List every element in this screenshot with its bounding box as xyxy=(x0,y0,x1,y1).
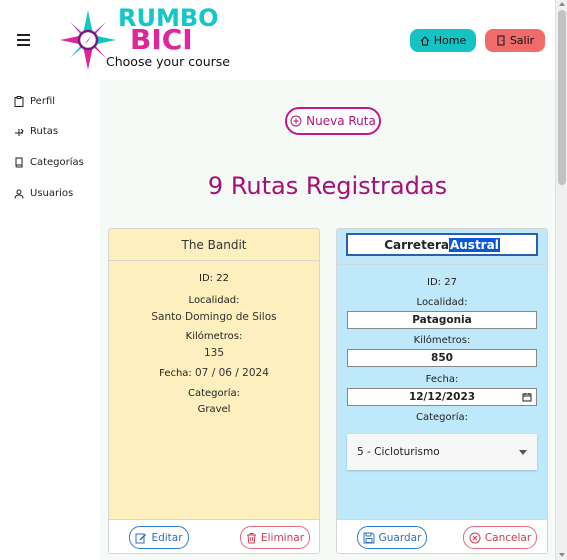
edit-button[interactable]: Editar xyxy=(129,526,189,549)
fecha-row: Fecha: 07 / 06 / 2024 xyxy=(109,365,319,382)
fecha-value: 07 / 06 / 2024 xyxy=(195,367,269,379)
new-route-button[interactable]: Nueva Ruta xyxy=(285,107,381,135)
route-card: The Bandit ID: 22 Localidad: Santo Domin… xyxy=(108,228,320,554)
route-title-text: Carretera xyxy=(384,237,449,252)
new-route-button-label: Nueva Ruta xyxy=(306,114,376,128)
localidad-value: Santo Domingo de Silos xyxy=(151,311,277,323)
delete-button-label: Eliminar xyxy=(260,531,305,544)
route-card-footer: Editar Eliminar xyxy=(109,519,319,553)
categoria-label: Categoría: xyxy=(187,388,241,399)
logout-button[interactable]: Salir xyxy=(485,29,545,52)
book-icon xyxy=(15,157,23,168)
sidebar-item-rutas[interactable]: Rutas xyxy=(14,126,58,137)
scroll-up-arrow-icon[interactable] xyxy=(559,2,565,6)
save-button-label: Guardar xyxy=(378,531,422,544)
delete-button[interactable]: Eliminar xyxy=(240,526,310,549)
localidad-label: Localidad: xyxy=(188,295,240,306)
fecha-input-value: 12/12/2023 xyxy=(408,391,476,403)
logo-word-bici: BICI xyxy=(130,23,193,56)
edit-icon xyxy=(135,533,147,543)
scroll-down-arrow-icon[interactable] xyxy=(559,553,565,557)
trash-icon xyxy=(246,532,256,543)
route-title-input[interactable]: Carretera Austral xyxy=(346,233,538,256)
categoria-select[interactable]: 5 - Cicloturismo xyxy=(347,434,537,470)
clipboard-icon xyxy=(14,96,24,107)
cancel-button[interactable]: Cancelar xyxy=(463,526,537,549)
home-button[interactable]: Home xyxy=(410,29,476,52)
sidebar-item-label: Categorías xyxy=(30,157,84,168)
logo-tagline: Choose your course xyxy=(106,54,230,69)
home-button-label: Home xyxy=(433,34,467,47)
sidebar-item-perfil[interactable]: Perfil xyxy=(14,96,55,107)
vertical-scrollbar[interactable] xyxy=(555,0,567,560)
sidebar-item-categorias[interactable]: Categorías xyxy=(14,157,84,168)
categoria-select-value: 5 - Cicloturismo xyxy=(357,446,440,458)
sidebar-item-label: Perfil xyxy=(30,96,56,107)
fecha-input[interactable]: 12/12/2023 xyxy=(347,388,537,406)
app-header: RUMBO BICI Choose your course Home Salir xyxy=(0,0,555,80)
sidebar: Perfil Rutas Categorías Usuarios xyxy=(0,80,100,560)
categoria-value: Gravel xyxy=(197,404,231,415)
localidad-label: Localidad: xyxy=(416,297,468,308)
rumbo-bici-logo[interactable]: RUMBO BICI Choose your course xyxy=(58,6,230,76)
floppy-disk-icon xyxy=(363,532,375,543)
route-card-title: The Bandit xyxy=(109,229,319,261)
fecha-label: Fecha: xyxy=(159,368,192,379)
sidebar-item-usuarios[interactable]: Usuarios xyxy=(14,188,73,199)
kilometros-input[interactable]: 850 xyxy=(347,349,537,367)
kilometros-label: Kilómetros: xyxy=(185,331,243,342)
route-id: ID: 27 xyxy=(427,277,457,288)
house-icon xyxy=(420,35,430,45)
hamburger-menu-icon[interactable] xyxy=(17,34,30,46)
user-icon xyxy=(14,189,24,199)
localidad-input[interactable]: Patagonia xyxy=(347,311,537,329)
route-card-edit-body: ID: 27 Localidad: Patagonia Kilómetros: … xyxy=(337,265,547,470)
close-circle-icon xyxy=(469,532,481,543)
sidebar-item-label: Usuarios xyxy=(30,188,74,199)
route-card-edit-footer: Guardar Cancelar xyxy=(337,519,547,553)
page-title: 9 Rutas Registradas xyxy=(207,172,448,200)
kilometros-label: Kilómetros: xyxy=(413,335,471,346)
route-card-body: ID: 22 Localidad: Santo Domingo de Silos… xyxy=(109,261,319,418)
plus-circle-icon xyxy=(290,115,302,127)
logout-button-label: Salir xyxy=(509,34,535,47)
route-title-selected-text: Austral xyxy=(448,237,500,252)
route-id: ID: 22 xyxy=(199,273,229,284)
categoria-label: Categoría: xyxy=(415,412,469,423)
save-button[interactable]: Guardar xyxy=(357,526,427,549)
edit-button-label: Editar xyxy=(151,531,183,544)
route-card-edit-header: Carretera Austral xyxy=(337,233,547,265)
kilometros-value: 135 xyxy=(203,347,225,359)
fecha-label: Fecha: xyxy=(425,374,459,385)
route-icon xyxy=(15,128,24,136)
door-exit-icon xyxy=(497,35,505,46)
scrollbar-thumb[interactable] xyxy=(558,10,566,185)
calendar-icon[interactable] xyxy=(522,392,532,402)
chevron-down-icon xyxy=(519,450,527,455)
cancel-button-label: Cancelar xyxy=(484,531,532,544)
sidebar-item-label: Rutas xyxy=(30,126,59,137)
route-card-edit: Carretera Austral ID: 27 Localidad: Pata… xyxy=(336,228,548,554)
